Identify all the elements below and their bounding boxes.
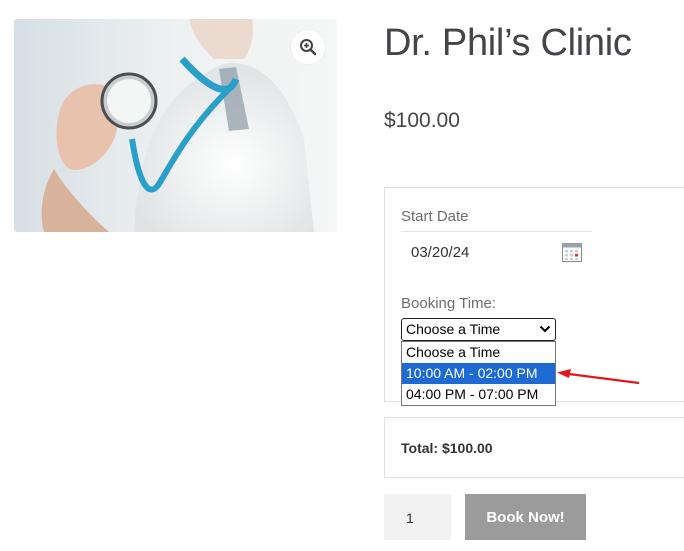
time-option[interactable]: Choose a Time [402,342,555,363]
product-price: $100.00 [384,109,460,132]
book-now-button[interactable]: Book Now! [465,494,586,540]
product-image[interactable] [14,19,337,232]
start-date-label: Start Date [401,208,469,225]
doctor-stethoscope-photo [14,19,337,232]
time-option-highlighted[interactable]: 10:00 AM - 02:00 PM [402,363,555,384]
chevron-down-icon [539,325,551,333]
zoom-button[interactable] [291,30,325,64]
booking-time-label: Booking Time: [401,295,497,312]
calendar-icon[interactable] [562,243,582,262]
quantity-input[interactable]: 1 [384,494,451,540]
product-title: Dr. Phil’s Clinic [384,22,632,64]
time-option[interactable]: 04:00 PM - 07:00 PM [402,384,555,405]
booking-time-selected-value: Choose a Time [406,321,501,337]
annotation-arrow [557,369,640,385]
total-amount: Total: $100.00 [401,440,493,456]
zoom-in-icon [300,39,317,56]
start-date-field[interactable]: 03/20/24 [401,231,592,274]
total-section: Total: $100.00 [384,417,684,478]
booking-time-select[interactable]: Choose a Time [401,318,556,341]
booking-time-dropdown: Choose a Time 10:00 AM - 02:00 PM 04:00 … [401,341,556,406]
start-date-value: 03/20/24 [411,244,470,261]
